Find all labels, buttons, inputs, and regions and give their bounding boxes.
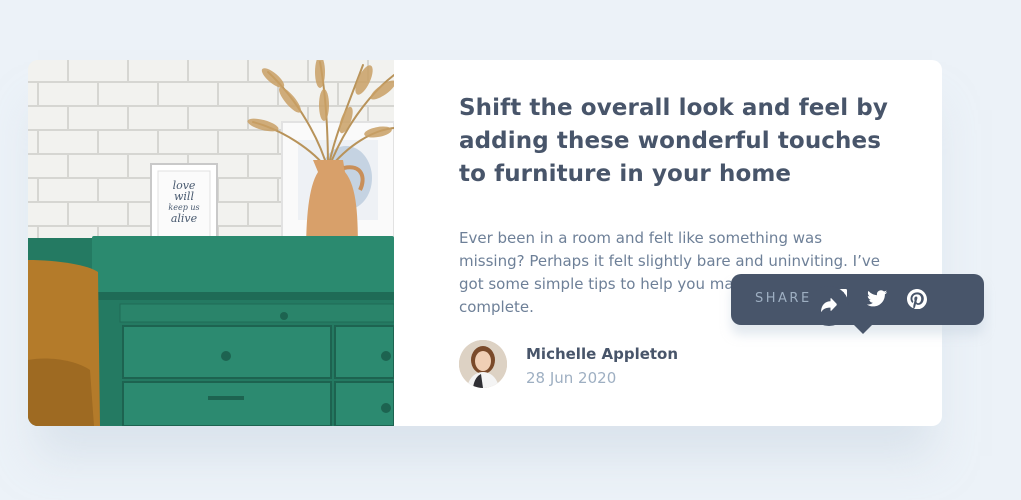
share-button[interactable]	[809, 286, 849, 326]
article-card: love will keep us alive Shift the overal…	[28, 60, 942, 426]
frame-word: alive	[170, 212, 198, 225]
share-tooltip: SHARE	[731, 274, 984, 334]
author-name: Michelle Appleton	[526, 345, 679, 363]
share-arrow-icon	[821, 297, 837, 316]
photo-frame-text: love will keep us alive	[158, 180, 210, 224]
twitter-icon[interactable]	[867, 290, 887, 310]
share-label: SHARE	[755, 291, 812, 306]
article-title[interactable]: Shift the overall look and feel by addin…	[459, 92, 889, 191]
author-info: Michelle Appleton 28 Jun 2020	[459, 340, 879, 388]
frame-word: will	[174, 190, 194, 203]
avatar	[459, 340, 507, 388]
post-date: 28 Jun 2020	[526, 369, 617, 387]
article-image: love will keep us alive	[28, 60, 394, 426]
pinterest-icon[interactable]	[907, 289, 927, 309]
